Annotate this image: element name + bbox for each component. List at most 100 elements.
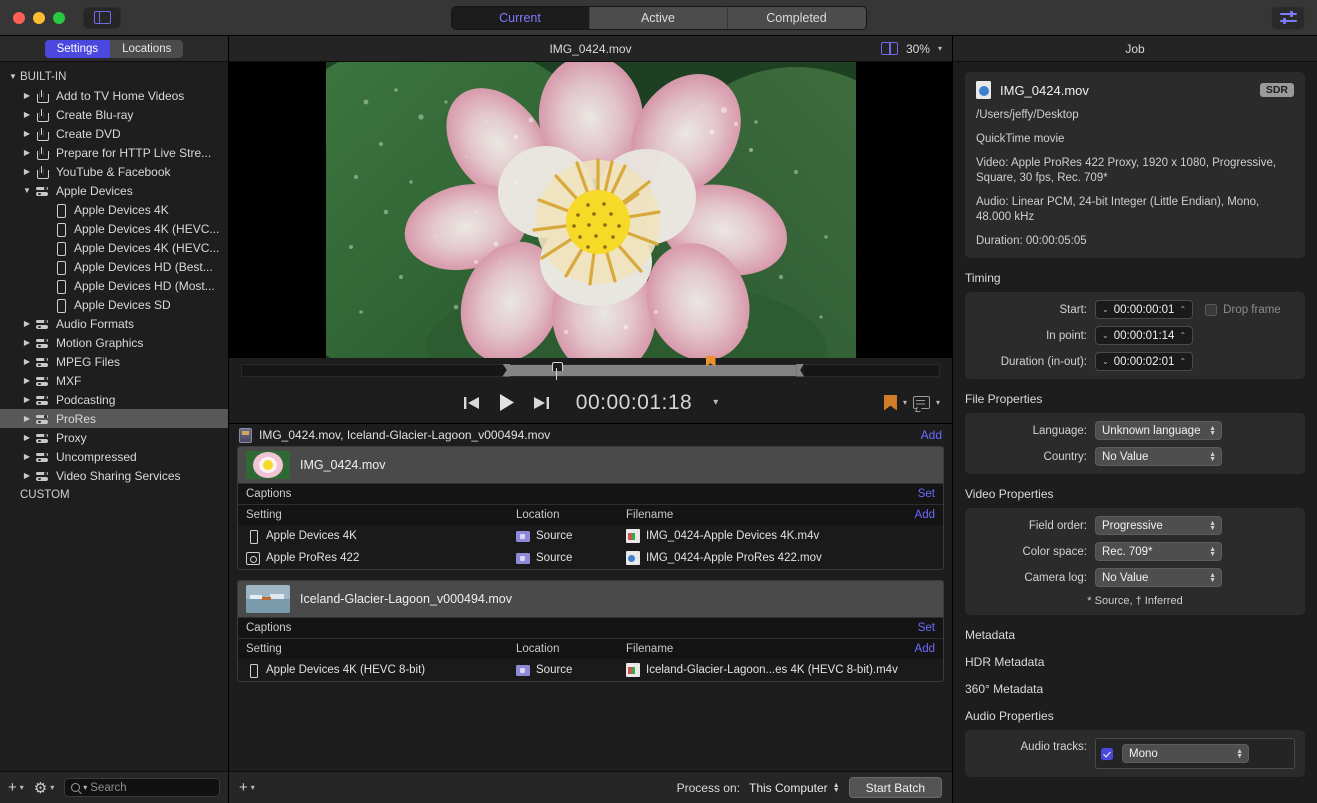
chevron-up-icon[interactable]: ⌃ xyxy=(1179,357,1186,366)
start-batch-button[interactable]: Start Batch xyxy=(848,777,942,798)
chevron-down-icon[interactable]: ⌄ xyxy=(1102,331,1109,340)
drop-frame-checkbox[interactable] xyxy=(1205,303,1218,316)
disclosure-right-icon[interactable]: ▶ xyxy=(20,129,34,138)
chevron-down-icon[interactable]: ▾ xyxy=(936,398,940,407)
split-view-icon[interactable] xyxy=(880,42,898,55)
play-icon[interactable] xyxy=(497,393,516,412)
settings-tree-item[interactable]: ▶ Proxy xyxy=(0,428,228,447)
inspector-tab-job[interactable]: Job xyxy=(1125,42,1144,56)
output-row[interactable]: Apple Devices 4K Source IMG_0424-Apple Dev… xyxy=(238,525,943,547)
batch-add-button[interactable]: Add xyxy=(921,428,942,442)
captions-row[interactable]: Captions Set xyxy=(238,483,943,504)
field-order-select[interactable]: Progressive ▲ ▼ xyxy=(1095,516,1222,535)
settings-tree-item[interactable]: Apple Devices HD (Most... xyxy=(0,276,228,295)
disclosure-right-icon[interactable]: ▶ xyxy=(20,433,34,442)
tab-settings[interactable]: Settings xyxy=(44,39,111,58)
disclosure-down-icon[interactable]: ▼ xyxy=(20,186,34,195)
settings-tree-item[interactable]: ▶ Create Blu-ray xyxy=(0,105,228,124)
disclosure-right-icon[interactable]: ▶ xyxy=(20,338,34,347)
settings-tree-item[interactable]: ▶ MPEG Files xyxy=(0,352,228,371)
tab-completed[interactable]: Completed xyxy=(727,7,866,29)
disclosure-right-icon[interactable]: ▶ xyxy=(20,91,34,100)
360-metadata-section[interactable]: 360° Metadata xyxy=(965,682,1305,696)
minimize-button[interactable] xyxy=(33,11,45,24)
current-timecode[interactable]: 00:00:01:18 xyxy=(576,391,692,415)
batch-state-segmented-control[interactable]: Current Active Completed xyxy=(450,6,867,30)
hdr-metadata-section[interactable]: HDR Metadata xyxy=(965,655,1305,669)
playhead[interactable] xyxy=(552,361,564,381)
sidebar-tab-switcher[interactable]: Settings Locations xyxy=(44,39,184,58)
disclosure-right-icon[interactable]: ▶ xyxy=(20,148,34,157)
settings-tree[interactable]: ▼ BUILT-IN ▶ Add to TV Home Videos ▶ Create B… xyxy=(0,62,228,771)
output-row[interactable]: Apple ProRes 422 Source IMG_0424-Apple Pro… xyxy=(238,547,943,569)
disclosure-right-icon[interactable]: ▶ xyxy=(20,319,34,328)
sidebar-toggle-button[interactable] xyxy=(83,6,121,29)
disclosure-right-icon[interactable]: ▶ xyxy=(20,376,34,385)
out-point-handle[interactable] xyxy=(796,363,805,377)
settings-action-button[interactable]: ⚙ ▾ xyxy=(34,779,54,797)
disclosure-down-icon[interactable]: ▼ xyxy=(6,72,20,81)
settings-tree-item[interactable]: ▶ Audio Formats xyxy=(0,314,228,333)
tab-active[interactable]: Active xyxy=(589,7,728,29)
zoom-level[interactable]: 30% xyxy=(906,42,930,56)
country-select[interactable]: No Value ▲ ▼ xyxy=(1095,447,1222,466)
captions-row[interactable]: Captions Set xyxy=(238,617,943,638)
disclosure-right-icon[interactable]: ▶ xyxy=(20,110,34,119)
settings-tree-item[interactable]: ▶ Motion Graphics xyxy=(0,333,228,352)
language-select[interactable]: Unknown language ▲ ▼ xyxy=(1095,421,1222,440)
job-header[interactable]: IMG_0424.mov xyxy=(238,447,943,483)
chevron-down-icon[interactable]: ▾ xyxy=(713,397,718,408)
audio-track-checkbox[interactable] xyxy=(1101,747,1113,760)
chevron-down-icon[interactable]: ▾ xyxy=(938,44,942,53)
settings-tree-item[interactable]: ▶ Prepare for HTTP Live Stre... xyxy=(0,143,228,162)
tab-current[interactable]: Current xyxy=(451,7,590,29)
settings-tree-item[interactable]: CUSTOM xyxy=(0,485,228,504)
settings-tree-item[interactable]: Apple Devices HD (Best... xyxy=(0,257,228,276)
captions-set-button[interactable]: Set xyxy=(918,488,935,500)
settings-tree-item[interactable]: ▶ Video Sharing Services xyxy=(0,466,228,485)
output-row[interactable]: Apple Devices 4K (HEVC 8-bit) Source Icela… xyxy=(238,659,943,681)
disclosure-right-icon[interactable]: ▶ xyxy=(20,357,34,366)
settings-tree-item[interactable]: ▼ BUILT-IN xyxy=(0,67,228,86)
disclosure-right-icon[interactable]: ▶ xyxy=(20,167,34,176)
skip-to-start-icon[interactable] xyxy=(463,396,481,410)
settings-tree-item[interactable]: ▶ Podcasting xyxy=(0,390,228,409)
chevron-up-icon[interactable]: ⌃ xyxy=(1179,331,1186,340)
drop-frame-option[interactable]: Drop frame xyxy=(1205,303,1281,316)
disclosure-right-icon[interactable]: ▶ xyxy=(20,471,34,480)
zoom-button[interactable] xyxy=(53,11,65,24)
process-on-select[interactable]: This Computer ▲ ▼ xyxy=(749,781,840,795)
chevron-down-icon[interactable]: ⌄ xyxy=(1102,357,1109,366)
close-button[interactable] xyxy=(13,11,25,24)
settings-tree-item[interactable]: Apple Devices SD xyxy=(0,295,228,314)
metadata-section[interactable]: Metadata xyxy=(965,628,1305,642)
disclosure-right-icon[interactable]: ▶ xyxy=(20,395,34,404)
settings-tree-item[interactable]: ▼ Apple Devices xyxy=(0,181,228,200)
audio-track-select[interactable]: Mono ▲ ▼ xyxy=(1122,744,1249,763)
in-point-field[interactable]: ⌄ 00:00:01:14 ⌃ xyxy=(1095,326,1194,345)
disclosure-right-icon[interactable]: ▶ xyxy=(20,452,34,461)
video-preview[interactable] xyxy=(229,62,952,358)
search-input[interactable]: ▾ Search xyxy=(64,778,220,797)
audio-track-list[interactable]: Mono ▲ ▼ xyxy=(1095,738,1295,769)
chevron-down-icon[interactable]: ▾ xyxy=(903,398,907,407)
job-header[interactable]: Iceland-Glacier-Lagoon_v000494.mov xyxy=(238,581,943,617)
duration-field[interactable]: ⌄ 00:00:02:01 ⌃ xyxy=(1095,352,1194,371)
disclosure-right-icon[interactable]: ▶ xyxy=(20,414,34,423)
marker-bookmark-icon[interactable] xyxy=(883,394,897,411)
settings-tree-item[interactable]: ▶ Uncompressed xyxy=(0,447,228,466)
scrubber[interactable] xyxy=(229,355,952,382)
skip-to-end-icon[interactable] xyxy=(532,396,550,410)
captions-set-button[interactable]: Set xyxy=(918,622,935,634)
settings-tree-item[interactable]: Apple Devices 4K xyxy=(0,200,228,219)
scrubber-track[interactable] xyxy=(241,355,940,380)
settings-tree-item[interactable]: Apple Devices 4K (HEVC... xyxy=(0,219,228,238)
caption-bubble-icon[interactable] xyxy=(912,396,930,409)
tab-locations[interactable]: Locations xyxy=(110,39,184,58)
add-setting-button[interactable]: + ▾ xyxy=(8,779,24,796)
job-item[interactable]: IMG_0424.mov Captions Set Setting Location Fi… xyxy=(237,446,944,570)
color-space-select[interactable]: Rec. 709* ▲ ▼ xyxy=(1095,542,1222,561)
settings-tree-item[interactable]: ▶ Create DVD xyxy=(0,124,228,143)
output-add-button[interactable]: Add xyxy=(915,643,935,655)
job-item[interactable]: Iceland-Glacier-Lagoon_v000494.mov Captio… xyxy=(237,580,944,682)
